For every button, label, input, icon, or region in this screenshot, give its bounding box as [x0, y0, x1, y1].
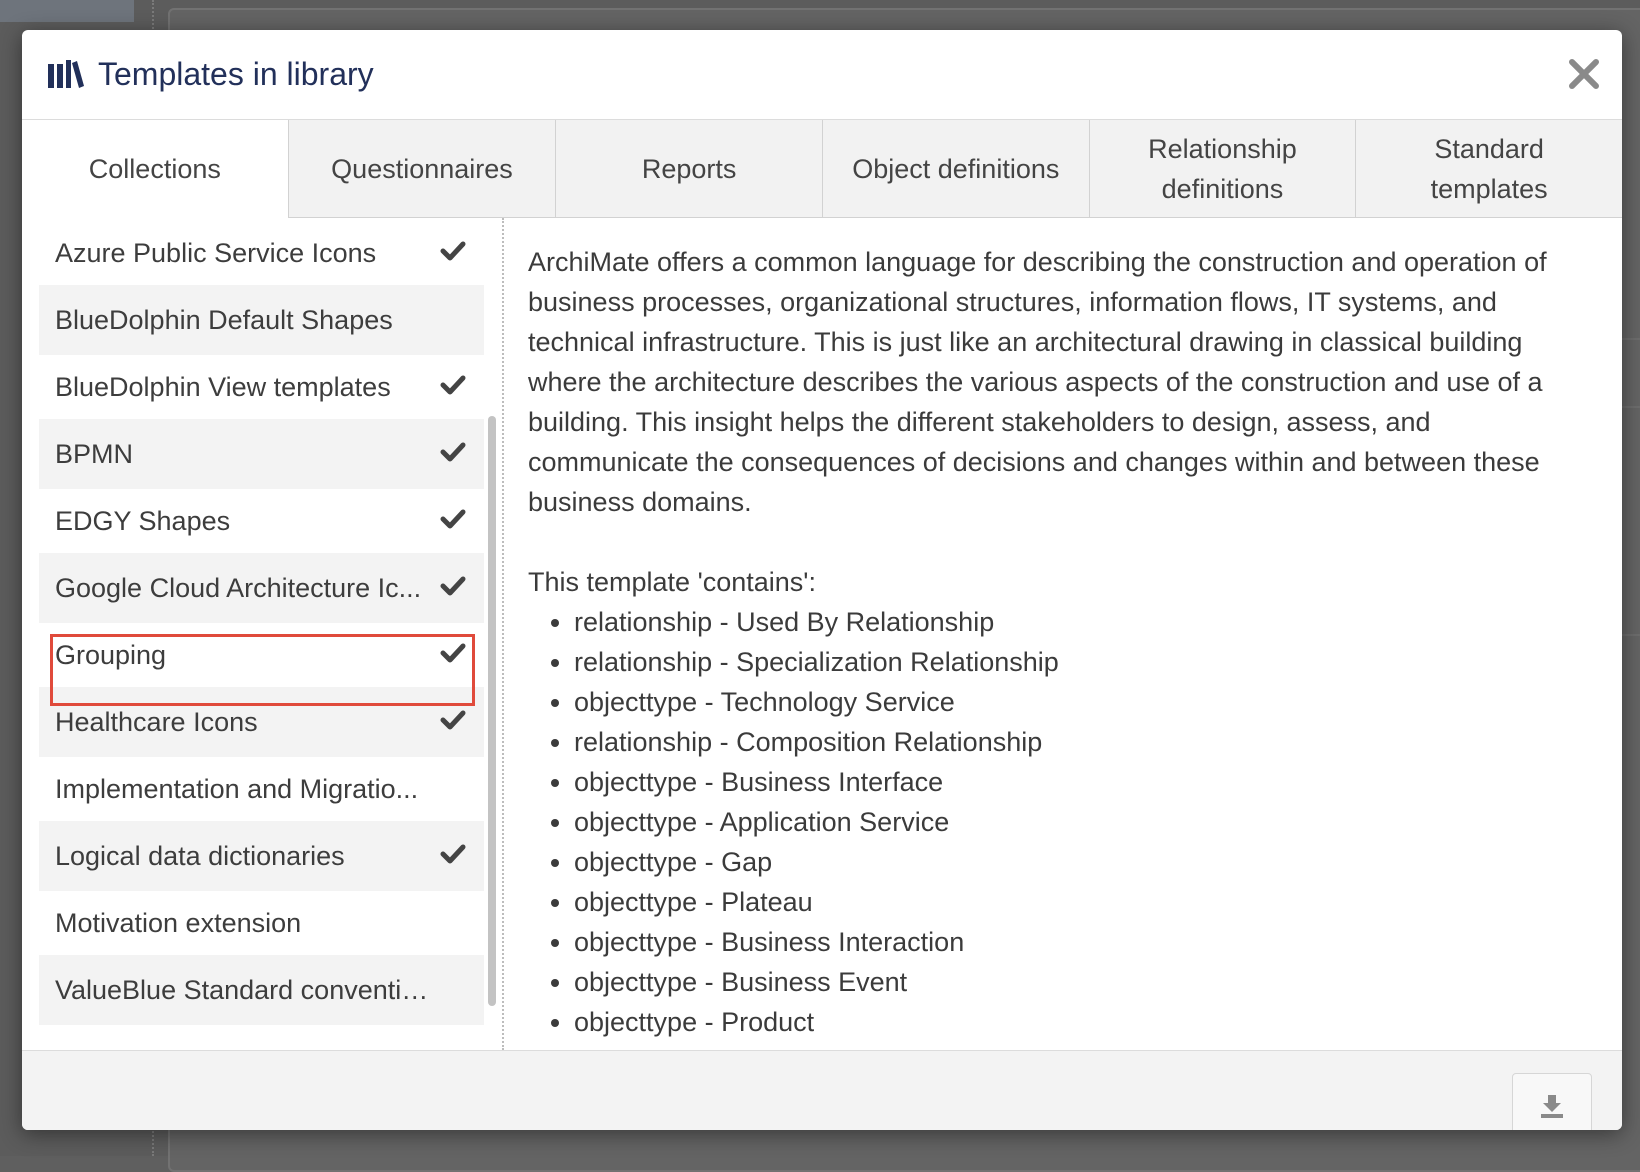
list-item-healthcare-icons[interactable]: Healthcare Icons [39, 687, 484, 757]
template-details: ArchiMate offers a common language for d… [528, 242, 1588, 1050]
list-item: relationship - Composition Relationship [574, 722, 1588, 762]
check-icon [440, 241, 466, 261]
list-item: objecttype - Business Event [574, 962, 1588, 1002]
check-icon [440, 844, 466, 864]
download-button[interactable] [1512, 1073, 1592, 1130]
list-item: objecttype - Plateau [574, 882, 1588, 922]
check-icon [440, 509, 466, 529]
download-icon [1541, 1095, 1563, 1118]
check-icon [440, 710, 466, 730]
list-item: objecttype - Technology Service [574, 682, 1588, 722]
list-item-google-cloud-architecture-icons[interactable]: Google Cloud Architecture Ic... [39, 553, 484, 623]
library-icon [48, 60, 84, 88]
list-scrollbar[interactable] [488, 416, 496, 1006]
pane-divider [502, 218, 504, 1050]
list-item-label: Motivation extension [55, 908, 302, 938]
list-item-bluedolphin-default-shapes[interactable]: BlueDolphin Default Shapes [39, 285, 484, 355]
contains-heading: This template 'contains': [528, 567, 816, 597]
list-item: relationship - Specialization Relationsh… [574, 642, 1588, 682]
check-icon [440, 576, 466, 596]
list-item: objecttype - Gap [574, 842, 1588, 882]
tab-questionnaires[interactable]: Questionnaires [288, 120, 556, 218]
tab-reports[interactable]: Reports [555, 120, 822, 218]
list-item: objecttype - Business Interface [574, 762, 1588, 802]
list-item: objecttype - Product [574, 1002, 1588, 1042]
collections-list: Azure Public Service Icons BlueDolphin D… [22, 218, 504, 1050]
list-item-logical-data-dictionaries[interactable]: Logical data dictionaries [39, 821, 484, 891]
list-item-label: BlueDolphin View templates [55, 372, 391, 402]
list-item-label: Grouping [55, 640, 167, 670]
list-item-label: Logical data dictionaries [55, 841, 345, 871]
list-item-label: BPMN [55, 439, 134, 469]
tab-bar: Collections Questionnaires Reports Objec… [22, 120, 1622, 218]
tab-collections[interactable]: Collections [22, 120, 289, 218]
modal-footer [22, 1050, 1622, 1130]
modal-title: Templates in library [98, 56, 374, 92]
list-item-motivation-extension[interactable]: Motivation extension [39, 888, 484, 958]
list-item-bpmn[interactable]: BPMN [39, 419, 484, 489]
templates-modal: Templates in library Collections Questio… [22, 30, 1622, 1130]
modal-header: Templates in library [22, 30, 1622, 120]
list-item-label: EDGY Shapes [55, 506, 231, 536]
check-icon [440, 375, 466, 395]
list-item-grouping[interactable]: Grouping [39, 620, 484, 690]
list-item-implementation-and-migration[interactable]: Implementation and Migratio... [39, 754, 484, 824]
list-item-label: ValueBlue Standard convention [55, 975, 430, 1005]
contains-list: relationship - Used By Relationship rela… [528, 602, 1588, 1042]
template-description: ArchiMate offers a common language for d… [528, 247, 1547, 517]
list-item-edgy-shapes[interactable]: EDGY Shapes [39, 486, 484, 556]
check-icon [440, 643, 466, 663]
list-item: objecttype - Application Service [574, 802, 1588, 842]
tab-relationship-definitions[interactable]: Relationship definitions [1088, 120, 1356, 218]
list-item: objecttype - Business Interaction [574, 922, 1588, 962]
list-item-bluedolphin-view-templates[interactable]: BlueDolphin View templates [39, 352, 484, 422]
list-item-label: Implementation and Migratio... [55, 774, 419, 804]
list-item-azure-public-service-icons[interactable]: Azure Public Service Icons [39, 218, 484, 288]
backdrop-sidebar-item [0, 0, 134, 22]
list-item-label: Azure Public Service Icons [55, 238, 377, 268]
close-icon[interactable] [1566, 56, 1602, 92]
tab-object-definitions[interactable]: Object definitions [821, 120, 1089, 218]
tab-standard-templates[interactable]: Standard templates [1355, 120, 1622, 218]
list-item-valueblue-standard-convention[interactable]: ValueBlue Standard convention [39, 955, 484, 1025]
list-item-label: Google Cloud Architecture Ic... [55, 573, 422, 603]
list-item-label: BlueDolphin Default Shapes [55, 305, 393, 335]
list-item: relationship - Used By Relationship [574, 602, 1588, 642]
list-item-label: Healthcare Icons [55, 707, 258, 737]
check-icon [440, 442, 466, 462]
